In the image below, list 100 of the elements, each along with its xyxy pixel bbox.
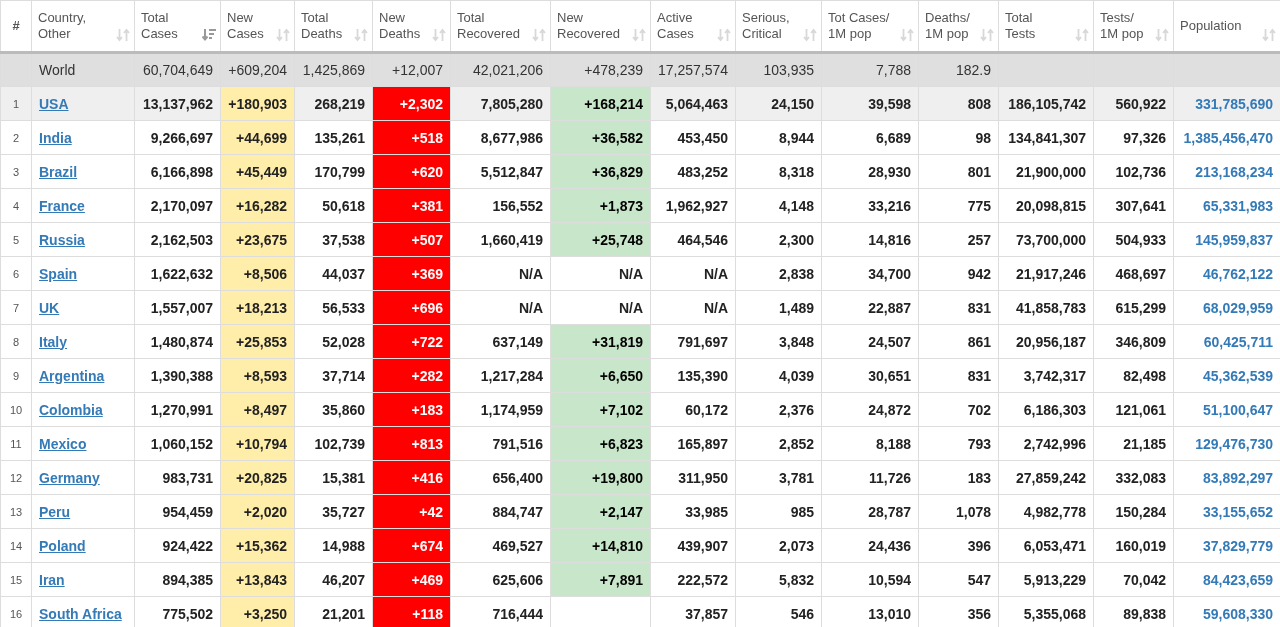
table-cell: 3,848 <box>778 333 814 350</box>
table-cell: +45,449 <box>236 163 287 180</box>
table-cell: 4,039 <box>778 367 814 384</box>
rank-number: 10 <box>9 403 23 416</box>
country-link[interactable]: Italy <box>39 333 67 350</box>
table-cell: 356 <box>967 605 991 622</box>
table-cell: +813 <box>411 435 443 452</box>
table-cell: +15,362 <box>236 537 287 554</box>
table-cell: +1,873 <box>599 197 643 214</box>
sort-icon[interactable] <box>980 28 994 42</box>
table-cell: 24,872 <box>868 401 911 418</box>
table-cell: 2,838 <box>778 265 814 282</box>
rank-number: 8 <box>12 335 20 348</box>
table-cell: 15,381 <box>322 469 365 486</box>
table-cell: 4,148 <box>778 197 814 214</box>
table-cell: +8,497 <box>243 401 287 418</box>
table-cell: 702 <box>967 401 991 418</box>
table-cell: +6,823 <box>599 435 643 452</box>
table-cell: 6,053,471 <box>1023 537 1086 554</box>
sort-icon[interactable] <box>1075 28 1089 42</box>
table-cell: 150,284 <box>1115 503 1166 520</box>
table-cell: 97,326 <box>1123 129 1166 146</box>
table-cell: 41,858,783 <box>1015 299 1086 316</box>
column-header[interactable]: Population <box>1180 18 1242 34</box>
sort-icon[interactable] <box>632 28 646 42</box>
table-cell: +3,250 <box>243 605 287 622</box>
table-cell: 134,841,307 <box>1008 129 1086 146</box>
country-link[interactable]: Peru <box>39 503 71 520</box>
country-link[interactable]: Spain <box>39 265 78 282</box>
table-cell: 60,704,649 <box>142 62 213 78</box>
table-cell: 102,739 <box>314 435 365 452</box>
table-cell: +696 <box>411 299 443 316</box>
table-cell: +6,650 <box>599 367 643 384</box>
country-link[interactable]: India <box>39 129 72 146</box>
table-cell: 33,985 <box>685 503 728 520</box>
country-link[interactable]: Iran <box>39 571 65 588</box>
table-cell: N/A <box>618 299 643 316</box>
table-cell: 1,217,284 <box>480 367 543 384</box>
table-cell: +36,582 <box>592 129 643 146</box>
sort-icon[interactable] <box>1262 28 1276 42</box>
table-cell: 22,887 <box>868 299 911 316</box>
rank-number: 12 <box>9 471 23 484</box>
sort-icon[interactable] <box>432 28 446 42</box>
sort-icon[interactable] <box>1155 28 1169 42</box>
table-cell: +18,213 <box>236 299 287 316</box>
table-cell: 183 <box>967 469 991 486</box>
table-cell: 170,799 <box>314 163 365 180</box>
table-cell: 469,527 <box>492 537 543 554</box>
table-cell: 884,747 <box>492 503 543 520</box>
table-cell: +25,748 <box>592 231 643 248</box>
table-cell: 954,459 <box>162 503 213 520</box>
sort-icon[interactable] <box>900 28 914 42</box>
sort-icon[interactable] <box>116 28 130 42</box>
sort-icon[interactable] <box>717 28 731 42</box>
table-cell: 439,907 <box>677 537 728 554</box>
sort-icon[interactable] <box>276 28 290 42</box>
table-cell: 102,736 <box>1115 163 1166 180</box>
table-cell: 13,010 <box>868 605 911 622</box>
table-cell: 21,900,000 <box>1015 163 1086 180</box>
table-cell: 983,731 <box>162 469 213 486</box>
table-cell: 20,098,815 <box>1015 197 1086 214</box>
column-header[interactable]: Total Tests <box>1005 10 1036 42</box>
table-cell: 2,300 <box>778 231 814 248</box>
table-cell: 56,533 <box>322 299 365 316</box>
sort-descending-icon[interactable] <box>202 28 216 42</box>
table-cell: 6,166,898 <box>150 163 213 180</box>
sort-icon[interactable] <box>803 28 817 42</box>
country-link[interactable]: Brazil <box>39 163 78 180</box>
table-cell: 182.9 <box>955 62 991 78</box>
table-cell: 3,781 <box>778 469 814 486</box>
table-cell: +8,593 <box>243 367 287 384</box>
table-cell: 1,270,991 <box>150 401 213 418</box>
table-cell: 637,149 <box>492 333 543 350</box>
table-cell: +31,819 <box>592 333 643 350</box>
table-cell: 50,618 <box>322 197 365 214</box>
table-cell: 546 <box>790 605 814 622</box>
country-link[interactable]: UK <box>39 299 60 316</box>
table-cell: 831 <box>967 299 991 316</box>
rank-number: 15 <box>9 573 23 586</box>
table-cell: 615,299 <box>1115 299 1166 316</box>
table-cell: 625,606 <box>492 571 543 588</box>
table-cell: +2,020 <box>243 503 287 520</box>
table-cell: +2,147 <box>599 503 643 520</box>
country-link[interactable]: USA <box>39 95 69 112</box>
rank-number: 4 <box>12 199 20 212</box>
sort-icon[interactable] <box>532 28 546 42</box>
table-cell: 156,552 <box>492 197 543 214</box>
table-cell: 468,697 <box>1115 265 1166 282</box>
table-cell: 793 <box>967 435 991 452</box>
table-cell: 5,832 <box>778 571 814 588</box>
table-cell: 2,376 <box>778 401 814 418</box>
table-cell: 6,186,303 <box>1023 401 1086 418</box>
table-cell: 135,390 <box>677 367 728 384</box>
sort-icon[interactable] <box>354 28 368 42</box>
table-cell: 791,516 <box>492 435 543 452</box>
table-cell: 21,185 <box>1123 435 1166 452</box>
table-cell: 98 <box>975 129 991 146</box>
table-cell: 34,700 <box>868 265 911 282</box>
table-cell: N/A <box>703 299 728 316</box>
table-cell: 135,261 <box>314 129 365 146</box>
